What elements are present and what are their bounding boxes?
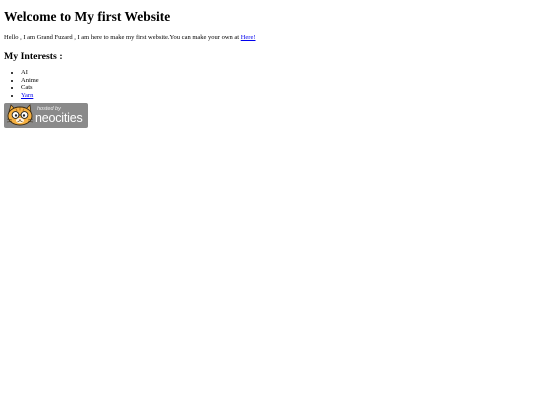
list-item-anime: Anime (21, 77, 536, 85)
list-item-yarn: Yarn (21, 92, 536, 100)
interests-list: AI Anime Cats Yarn (4, 69, 536, 100)
intro-paragraph: Hello , I am Grand Fuzard , I am here to… (4, 34, 536, 42)
list-item-label: Anime (21, 76, 39, 84)
page-title: Welcome to My first Website (4, 9, 171, 24)
yarn-link[interactable]: Yarn (21, 92, 33, 99)
page-content: Welcome to My first Website Hello , I am… (4, 0, 536, 128)
list-item-label: Cats (21, 84, 33, 92)
intro-text: Hello , I am Grand Fuzard , I am here to… (4, 34, 241, 41)
neocities-brand-text: neocities (35, 110, 83, 125)
list-item-ai: AI (21, 69, 536, 77)
interests-heading: My Interests : (4, 51, 63, 62)
here-link[interactable]: Here! (241, 34, 256, 41)
list-item-label: AI (21, 69, 28, 76)
neocities-cat-logo-icon (6, 103, 34, 126)
list-item-cats: Cats (21, 84, 536, 92)
neocities-badge[interactable]: hosted by neocities (4, 102, 88, 128)
